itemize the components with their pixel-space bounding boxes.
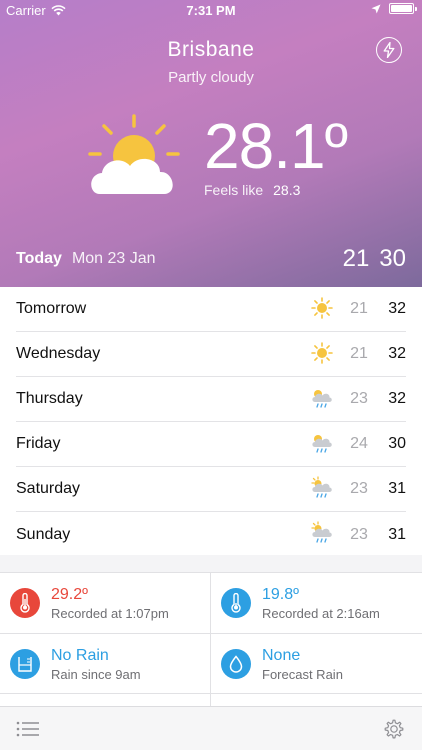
lightning-icon: [383, 42, 395, 58]
forecast-day: Wednesday: [16, 345, 101, 362]
daily-forecast-list: Tomorrow 21 32 Wednesday 21 32 Thursday …: [0, 287, 422, 555]
rainfall-card[interactable]: No Rain Rain since 9am: [0, 634, 211, 694]
rain-gauge-icon: [10, 649, 40, 679]
forecast-row-tomorrow[interactable]: Tomorrow 21 32: [16, 287, 406, 332]
list-icon[interactable]: [16, 718, 40, 740]
forecast-min: 24: [350, 435, 368, 452]
sun-icon: [311, 297, 333, 319]
forecast-row-sunday[interactable]: Sunday 23 31: [16, 512, 406, 557]
sun-cloud-rain-icon: [311, 521, 332, 543]
max-temp-time: Recorded at 1:07pm: [51, 605, 169, 621]
observations-grid: 29.2º Recorded at 1:07pm 19.8º Recorded …: [0, 572, 422, 709]
battery-icon: [389, 3, 417, 14]
min-temp-card[interactable]: 19.8º Recorded at 2:16am: [211, 573, 422, 633]
current-condition: Partly cloudy: [168, 69, 254, 86]
forecast-min: 21: [350, 345, 368, 362]
forecast-rain-card[interactable]: None Forecast Rain: [211, 634, 422, 694]
max-temp-card[interactable]: 29.2º Recorded at 1:07pm: [0, 573, 211, 633]
forecast-day: Saturday: [16, 480, 81, 497]
feels-like-label: Feels like: [204, 182, 264, 198]
cloud-rain-icon: [312, 390, 332, 408]
bottom-toolbar: [0, 706, 422, 750]
thermometer-cold-icon: [221, 588, 251, 618]
today-summary[interactable]: Today Mon 23 Jan 21 30: [16, 244, 406, 274]
rainfall-period: Rain since 9am: [51, 666, 141, 682]
status-time: 7:31 PM: [186, 3, 236, 18]
forecast-min: 21: [350, 300, 368, 317]
sun-cloud-rain-icon: [311, 476, 332, 498]
sun-icon: [311, 342, 333, 364]
forecast-day: Friday: [16, 435, 61, 452]
today-label: Today: [16, 250, 62, 267]
forecast-day: Tomorrow: [16, 300, 87, 317]
forecast-row-wednesday[interactable]: Wednesday 21 32: [16, 332, 406, 377]
forecast-max: 31: [388, 525, 406, 543]
forecast-row-friday[interactable]: Friday 24 30: [16, 422, 406, 467]
feels-like: Feels like 28.3: [204, 182, 300, 198]
status-bar: Carrier 7:31 PM: [0, 0, 422, 22]
max-temp-value: 29.2º: [51, 585, 88, 603]
status-right: [371, 3, 417, 14]
today-date: Mon 23 Jan: [71, 250, 156, 267]
forecast-max: 32: [388, 300, 406, 317]
location-arrow-icon: [371, 4, 381, 13]
forecast-row-thursday[interactable]: Thursday 23 32: [16, 377, 406, 422]
forecast-row-saturday[interactable]: Saturday 23 31: [16, 467, 406, 512]
thermometer-hot-icon: [10, 588, 40, 618]
lightning-button[interactable]: [376, 37, 402, 63]
forecast-rain-label: Forecast Rain: [262, 666, 343, 682]
weather-header: Carrier 7:31 PM Brisbane Partly cloudy 2…: [0, 0, 422, 287]
raindrop-icon: [221, 649, 251, 679]
forecast-min: 23: [350, 390, 368, 407]
rainfall-value: No Rain: [51, 646, 109, 664]
min-temp-value: 19.8º: [262, 585, 299, 603]
forecast-day: Thursday: [16, 390, 83, 407]
today-temps: 21 30: [343, 245, 406, 273]
city-name: Brisbane: [167, 38, 255, 61]
today-max-temp: 30: [379, 245, 406, 272]
forecast-max: 32: [388, 390, 406, 407]
forecast-max: 30: [388, 435, 406, 452]
forecast-max: 31: [388, 480, 406, 497]
partly-cloudy-icon: [88, 114, 180, 194]
forecast-min: 23: [350, 480, 368, 497]
forecast-day: Sunday: [16, 525, 71, 543]
cloud-rain-icon: [312, 435, 332, 453]
today-min-temp: 21: [342, 245, 370, 272]
feels-like-value: 28.3: [273, 182, 301, 198]
forecast-max: 32: [388, 345, 406, 362]
min-temp-time: Recorded at 2:16am: [262, 605, 380, 621]
forecast-min: 23: [350, 525, 368, 543]
current-temperature: 28.1º: [204, 110, 348, 182]
forecast-rain-value: None: [262, 646, 301, 664]
gear-icon[interactable]: [382, 717, 406, 741]
